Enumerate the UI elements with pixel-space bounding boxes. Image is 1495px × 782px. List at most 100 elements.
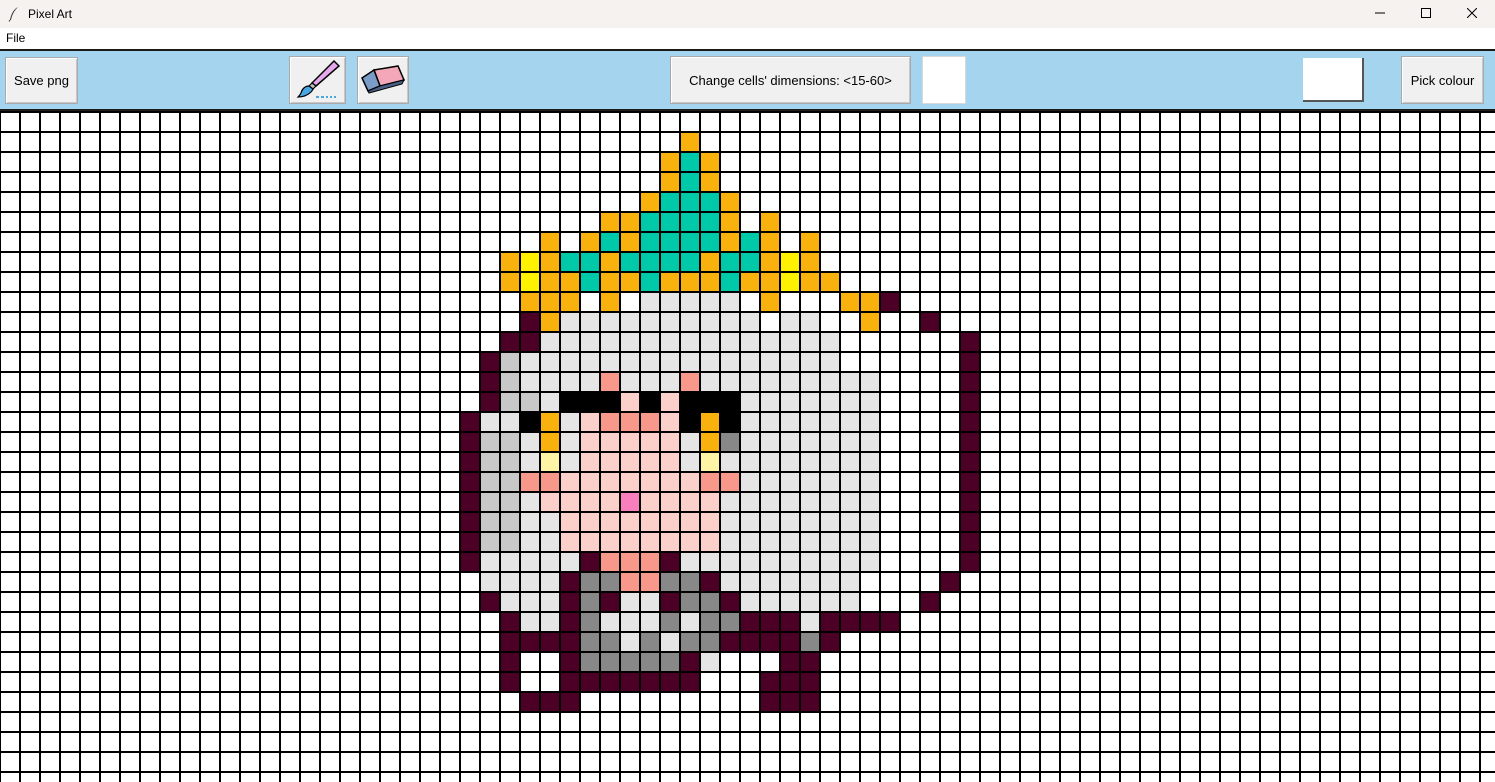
pixel-cell[interactable] <box>740 352 760 372</box>
pixel-cell[interactable] <box>600 512 620 532</box>
pixel-cell[interactable] <box>540 512 560 532</box>
pixel-cell[interactable] <box>500 572 520 592</box>
pixel-cell[interactable] <box>560 632 580 652</box>
pixel-cell[interactable] <box>960 472 980 492</box>
pixel-cell[interactable] <box>780 432 800 452</box>
pixel-cell[interactable] <box>540 612 560 632</box>
pixel-cell[interactable] <box>560 552 580 572</box>
pixel-cell[interactable] <box>720 532 740 552</box>
pixel-cell[interactable] <box>520 412 540 432</box>
pixel-cell[interactable] <box>640 652 660 672</box>
pixel-cell[interactable] <box>780 272 800 292</box>
pixel-cell[interactable] <box>720 352 740 372</box>
pixel-cell[interactable] <box>480 452 500 472</box>
pixel-cell[interactable] <box>600 472 620 492</box>
pixel-cell[interactable] <box>640 592 660 612</box>
pixel-cell[interactable] <box>600 552 620 572</box>
pixel-cell[interactable] <box>860 412 880 432</box>
pixel-cell[interactable] <box>660 612 680 632</box>
pixel-cell[interactable] <box>960 372 980 392</box>
pixel-cell[interactable] <box>700 172 720 192</box>
pixel-cell[interactable] <box>480 472 500 492</box>
pixel-cell[interactable] <box>760 392 780 412</box>
pixel-cell[interactable] <box>580 392 600 412</box>
pixel-cell[interactable] <box>600 492 620 512</box>
pixel-cell[interactable] <box>680 132 700 152</box>
pixel-cell[interactable] <box>720 312 740 332</box>
pixel-cell[interactable] <box>520 252 540 272</box>
pixel-cell[interactable] <box>920 592 940 612</box>
pixel-cell[interactable] <box>800 632 820 652</box>
pixel-cell[interactable] <box>720 572 740 592</box>
pixel-cell[interactable] <box>680 212 700 232</box>
pixel-cell[interactable] <box>740 272 760 292</box>
pixel-cell[interactable] <box>540 312 560 332</box>
minimize-button[interactable] <box>1357 0 1403 28</box>
pixel-cell[interactable] <box>740 532 760 552</box>
pixel-cell[interactable] <box>540 332 560 352</box>
pixel-cell[interactable] <box>620 472 640 492</box>
pixel-cell[interactable] <box>680 452 700 472</box>
pixel-cell[interactable] <box>660 452 680 472</box>
pixel-cell[interactable] <box>540 532 560 552</box>
pixel-cell[interactable] <box>520 452 540 472</box>
pixel-cell[interactable] <box>800 572 820 592</box>
pixel-cell[interactable] <box>520 492 540 512</box>
pixel-cell[interactable] <box>480 372 500 392</box>
pixel-cell[interactable] <box>640 632 660 652</box>
pixel-cell[interactable] <box>920 312 940 332</box>
pixel-cell[interactable] <box>600 232 620 252</box>
pixel-cell[interactable] <box>780 452 800 472</box>
maximize-button[interactable] <box>1403 0 1449 28</box>
pixel-cell[interactable] <box>680 592 700 612</box>
pixel-cell[interactable] <box>580 472 600 492</box>
pixel-cell[interactable] <box>500 252 520 272</box>
pixel-cell[interactable] <box>880 292 900 312</box>
pixel-cell[interactable] <box>680 312 700 332</box>
pixel-cell[interactable] <box>660 392 680 412</box>
pixel-cell[interactable] <box>580 352 600 372</box>
pick-colour-button[interactable]: Pick colour <box>1401 56 1484 104</box>
pixel-cell[interactable] <box>700 232 720 252</box>
pixel-cell[interactable] <box>620 632 640 652</box>
pixel-cell[interactable] <box>740 232 760 252</box>
pixel-cell[interactable] <box>700 212 720 232</box>
pixel-cell[interactable] <box>540 472 560 492</box>
pixel-cell[interactable] <box>640 212 660 232</box>
pixel-cell[interactable] <box>720 392 740 412</box>
pixel-cell[interactable] <box>800 552 820 572</box>
pixel-cell[interactable] <box>820 412 840 432</box>
pixel-cell[interactable] <box>600 312 620 332</box>
pixel-cell[interactable] <box>660 412 680 432</box>
pixel-cell[interactable] <box>960 512 980 532</box>
pixel-cell[interactable] <box>640 512 660 532</box>
pixel-cell[interactable] <box>620 272 640 292</box>
pixel-cell[interactable] <box>560 372 580 392</box>
pixel-cell[interactable] <box>460 472 480 492</box>
pixel-cell[interactable] <box>680 552 700 572</box>
pixel-cell[interactable] <box>800 432 820 452</box>
pixel-cell[interactable] <box>640 352 660 372</box>
pixel-cell[interactable] <box>960 352 980 372</box>
pixel-cell[interactable] <box>480 432 500 452</box>
pixel-cell[interactable] <box>720 332 740 352</box>
pixel-cell[interactable] <box>500 672 520 692</box>
pixel-cell[interactable] <box>880 612 900 632</box>
pixel-cell[interactable] <box>720 472 740 492</box>
pixel-cell[interactable] <box>620 252 640 272</box>
pixel-cell[interactable] <box>520 392 540 412</box>
eraser-button[interactable] <box>357 56 409 104</box>
pixel-cell[interactable] <box>740 412 760 432</box>
pixel-cell[interactable] <box>840 612 860 632</box>
pixel-cell[interactable] <box>960 492 980 512</box>
pixel-cell[interactable] <box>580 532 600 552</box>
pixel-cell[interactable] <box>740 392 760 412</box>
pixel-cell[interactable] <box>800 412 820 432</box>
pixel-cell[interactable] <box>780 672 800 692</box>
pixel-cell[interactable] <box>460 452 480 472</box>
pixel-cell[interactable] <box>520 292 540 312</box>
pixel-cell[interactable] <box>540 432 560 452</box>
pixel-cell[interactable] <box>520 552 540 572</box>
pixel-cell[interactable] <box>640 272 660 292</box>
pixel-cell[interactable] <box>840 572 860 592</box>
